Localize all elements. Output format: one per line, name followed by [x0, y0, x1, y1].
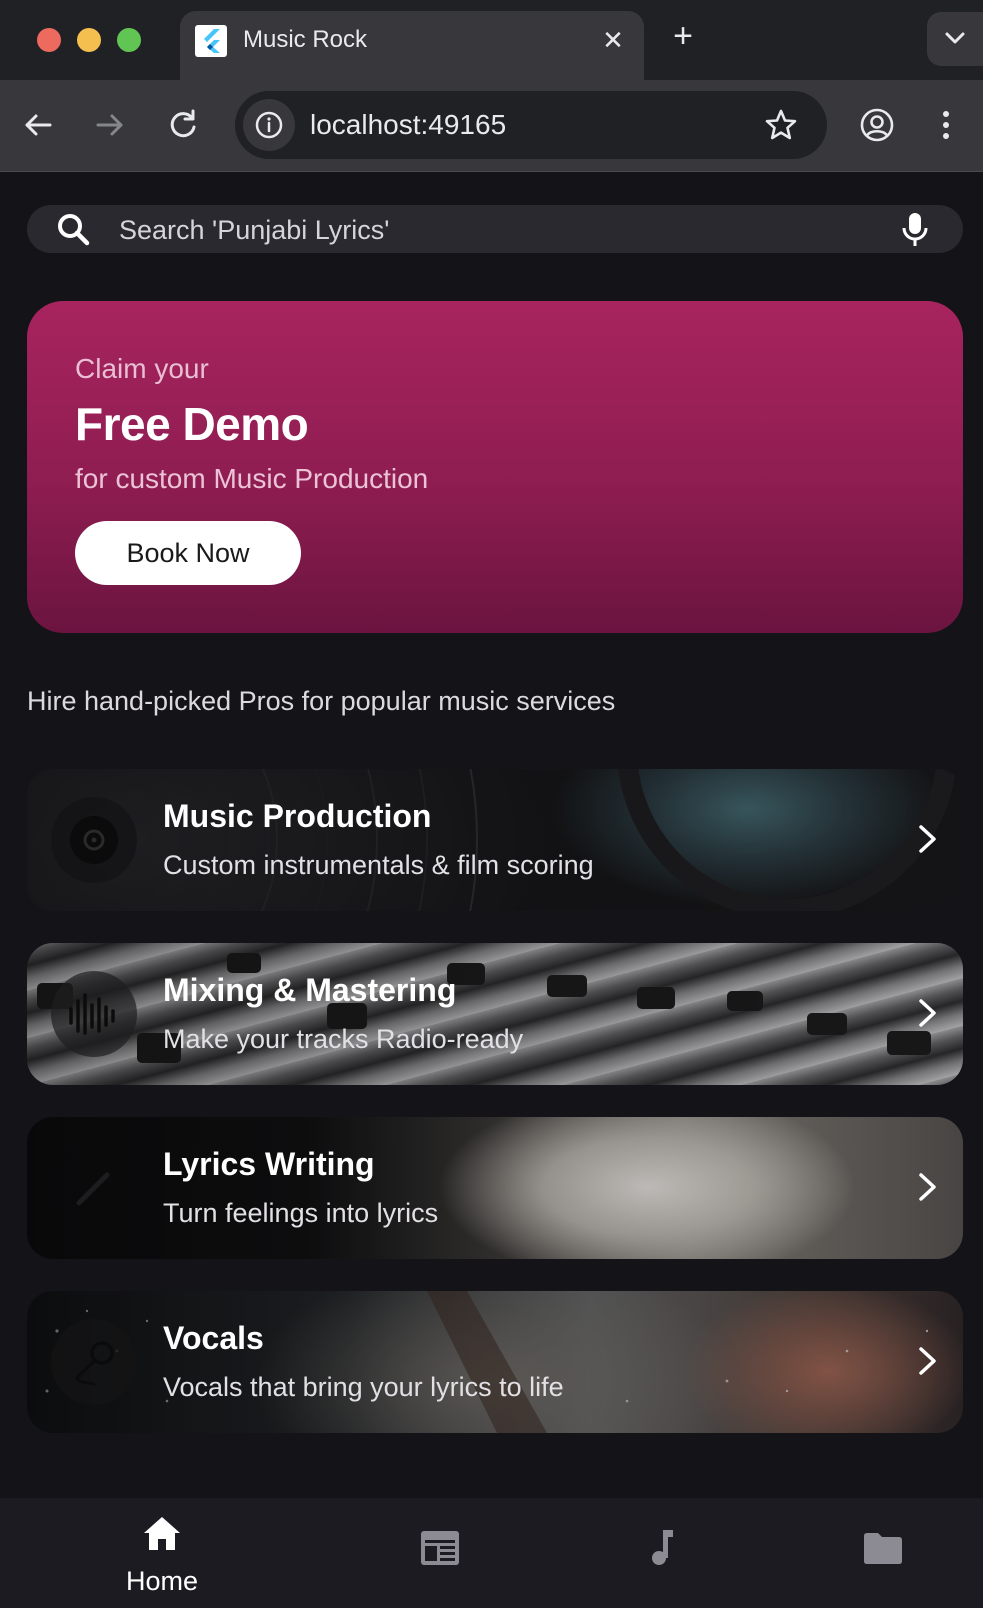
address-bar[interactable]: localhost:49165 [235, 91, 827, 159]
reload-button[interactable] [161, 103, 205, 147]
chevron-right-icon [919, 999, 936, 1027]
home-icon [144, 1517, 180, 1550]
service-card-music-production[interactable]: Music Production Custom instrumentals & … [27, 769, 963, 911]
browser-menu-button[interactable] [928, 103, 964, 147]
tab-search-chevron-icon [945, 32, 965, 44]
search-icon [58, 214, 90, 246]
url-text[interactable]: localhost:49165 [310, 108, 506, 142]
tab-strip: Music Rock ✕ + [0, 0, 983, 80]
window-zoom-button[interactable] [117, 28, 141, 52]
back-arrow-icon [25, 114, 52, 136]
tab-search-button[interactable] [927, 12, 983, 66]
search-bar[interactable]: Search 'Punjabi Lyrics' [27, 205, 963, 253]
book-now-button[interactable]: Book Now [75, 521, 301, 585]
pen-icon [51, 1145, 137, 1231]
service-card-vocals[interactable]: Vocals Vocals that bring your lyrics to … [27, 1291, 963, 1433]
chevron-right-icon [919, 1347, 936, 1375]
promo-title: Free Demo [75, 398, 309, 450]
chevron-right-icon [919, 825, 936, 853]
mic-icon[interactable] [895, 209, 935, 249]
bottom-navigation-bar: Home [0, 1498, 983, 1608]
nav-item-news[interactable] [350, 1498, 530, 1608]
card-overlay [27, 943, 963, 1085]
reload-icon [170, 109, 196, 138]
site-info-button[interactable] [243, 99, 295, 151]
window-close-button[interactable] [37, 28, 61, 52]
service-title: Lyrics Writing [163, 1146, 375, 1182]
profile-button[interactable] [855, 103, 899, 147]
newspaper-icon [421, 1531, 459, 1565]
promo-kicker: Claim your [75, 353, 209, 384]
music-note-icon [652, 1530, 673, 1565]
free-demo-banner: Claim your Free Demo for custom Music Pr… [27, 301, 963, 633]
tab-title: Music Rock [243, 26, 368, 53]
profile-icon [860, 108, 894, 142]
nav-label-home: Home [125, 1566, 199, 1596]
card-overlay [27, 1291, 963, 1433]
nav-item-music[interactable] [572, 1498, 752, 1608]
service-subtitle: Custom instrumentals & film scoring [163, 850, 594, 880]
browser-chrome: Music Rock ✕ + localhost:49165 [0, 0, 983, 172]
section-heading: Hire hand-picked Pros for popular music … [27, 686, 616, 716]
service-subtitle: Turn feelings into lyrics [163, 1198, 439, 1228]
folder-icon [864, 1533, 902, 1564]
service-subtitle: Vocals that bring your lyrics to life [163, 1372, 564, 1402]
promo-subtitle: for custom Music Production [75, 463, 429, 494]
service-card-lyrics-writing[interactable]: Lyrics Writing Turn feelings into lyrics [27, 1117, 963, 1259]
forward-button[interactable] [87, 103, 131, 147]
search-placeholder[interactable]: Search 'Punjabi Lyrics' [119, 215, 389, 245]
nav-item-home[interactable]: Home [72, 1498, 252, 1608]
service-subtitle: Make your tracks Radio-ready [163, 1024, 524, 1054]
sound-wave-icon [51, 971, 137, 1057]
card-overlay [27, 769, 963, 911]
tab-close-icon[interactable]: ✕ [596, 23, 630, 57]
more-vert-icon [943, 111, 949, 139]
new-tab-button[interactable]: + [665, 18, 701, 54]
chrome-divider [0, 171, 983, 172]
chevron-right-icon [919, 1173, 936, 1201]
microphone-icon [51, 1319, 137, 1405]
nav-item-folder[interactable] [793, 1498, 973, 1608]
service-card-mixing-mastering[interactable]: Mixing & Mastering Make your tracks Radi… [27, 943, 963, 1085]
forward-arrow-icon [96, 114, 123, 136]
service-title: Mixing & Mastering [163, 972, 457, 1008]
service-title: Music Production [163, 798, 432, 834]
flutter-favicon-icon [195, 25, 227, 57]
vinyl-record-icon [51, 797, 137, 883]
browser-tab[interactable]: Music Rock ✕ [180, 11, 644, 80]
back-button[interactable] [17, 103, 61, 147]
card-overlay [27, 1117, 963, 1259]
bookmark-button[interactable] [761, 105, 801, 145]
service-title: Vocals [163, 1320, 264, 1356]
window-minimize-button[interactable] [77, 28, 101, 52]
site-info-icon [255, 111, 283, 139]
bookmark-star-icon [765, 109, 797, 140]
